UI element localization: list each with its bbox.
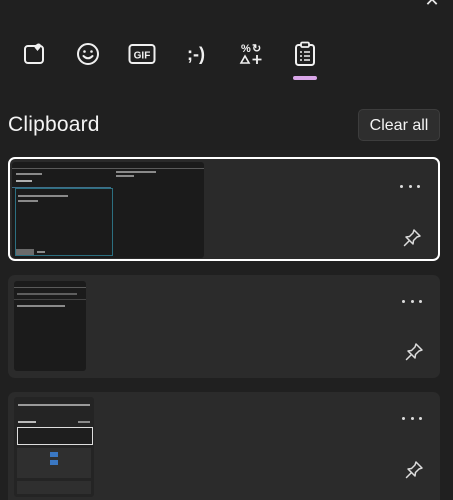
tab-emoji[interactable] <box>68 36 108 72</box>
symbols-icon: % ↻ <box>239 43 262 64</box>
close-button[interactable]: ✕ <box>421 0 443 10</box>
clipboard-icon <box>295 41 315 66</box>
more-options-button[interactable] <box>402 411 422 425</box>
tab-clipboard[interactable] <box>285 36 325 72</box>
tab-bar: GIF ;-) % ↻ <box>0 36 453 88</box>
kaomoji-icon: ;-) <box>187 43 205 64</box>
gif-icon: GIF <box>128 44 156 64</box>
clipboard-item[interactable] <box>8 157 440 261</box>
heart-sticker-icon <box>24 43 44 64</box>
pin-icon <box>405 343 423 361</box>
pin-icon <box>403 229 421 247</box>
tab-kaomoji[interactable]: ;-) <box>176 36 216 72</box>
clipboard-item-thumbnail <box>12 162 204 258</box>
more-options-button[interactable] <box>402 294 422 308</box>
svg-text:%: % <box>241 43 251 55</box>
more-options-button[interactable] <box>400 179 420 193</box>
tab-stickers[interactable] <box>14 36 54 72</box>
pin-button[interactable] <box>404 460 424 480</box>
svg-text:↻: ↻ <box>252 43 261 55</box>
clipboard-item-thumbnail <box>14 281 86 371</box>
tab-symbols[interactable]: % ↻ <box>231 36 271 72</box>
clipboard-item-thumbnail <box>14 397 94 497</box>
pin-icon <box>405 461 423 479</box>
gif-label: GIF <box>134 51 151 62</box>
clipboard-title: Clipboard <box>8 113 100 136</box>
tab-gif[interactable]: GIF <box>122 36 162 72</box>
pin-button[interactable] <box>404 342 424 362</box>
close-icon: ✕ <box>424 0 440 10</box>
pin-button[interactable] <box>402 228 422 248</box>
smiley-icon <box>77 43 99 65</box>
clear-all-button[interactable]: Clear all <box>358 109 440 141</box>
selected-tab-indicator <box>293 76 317 80</box>
clipboard-item[interactable] <box>8 392 440 500</box>
clipboard-item[interactable] <box>8 275 440 378</box>
